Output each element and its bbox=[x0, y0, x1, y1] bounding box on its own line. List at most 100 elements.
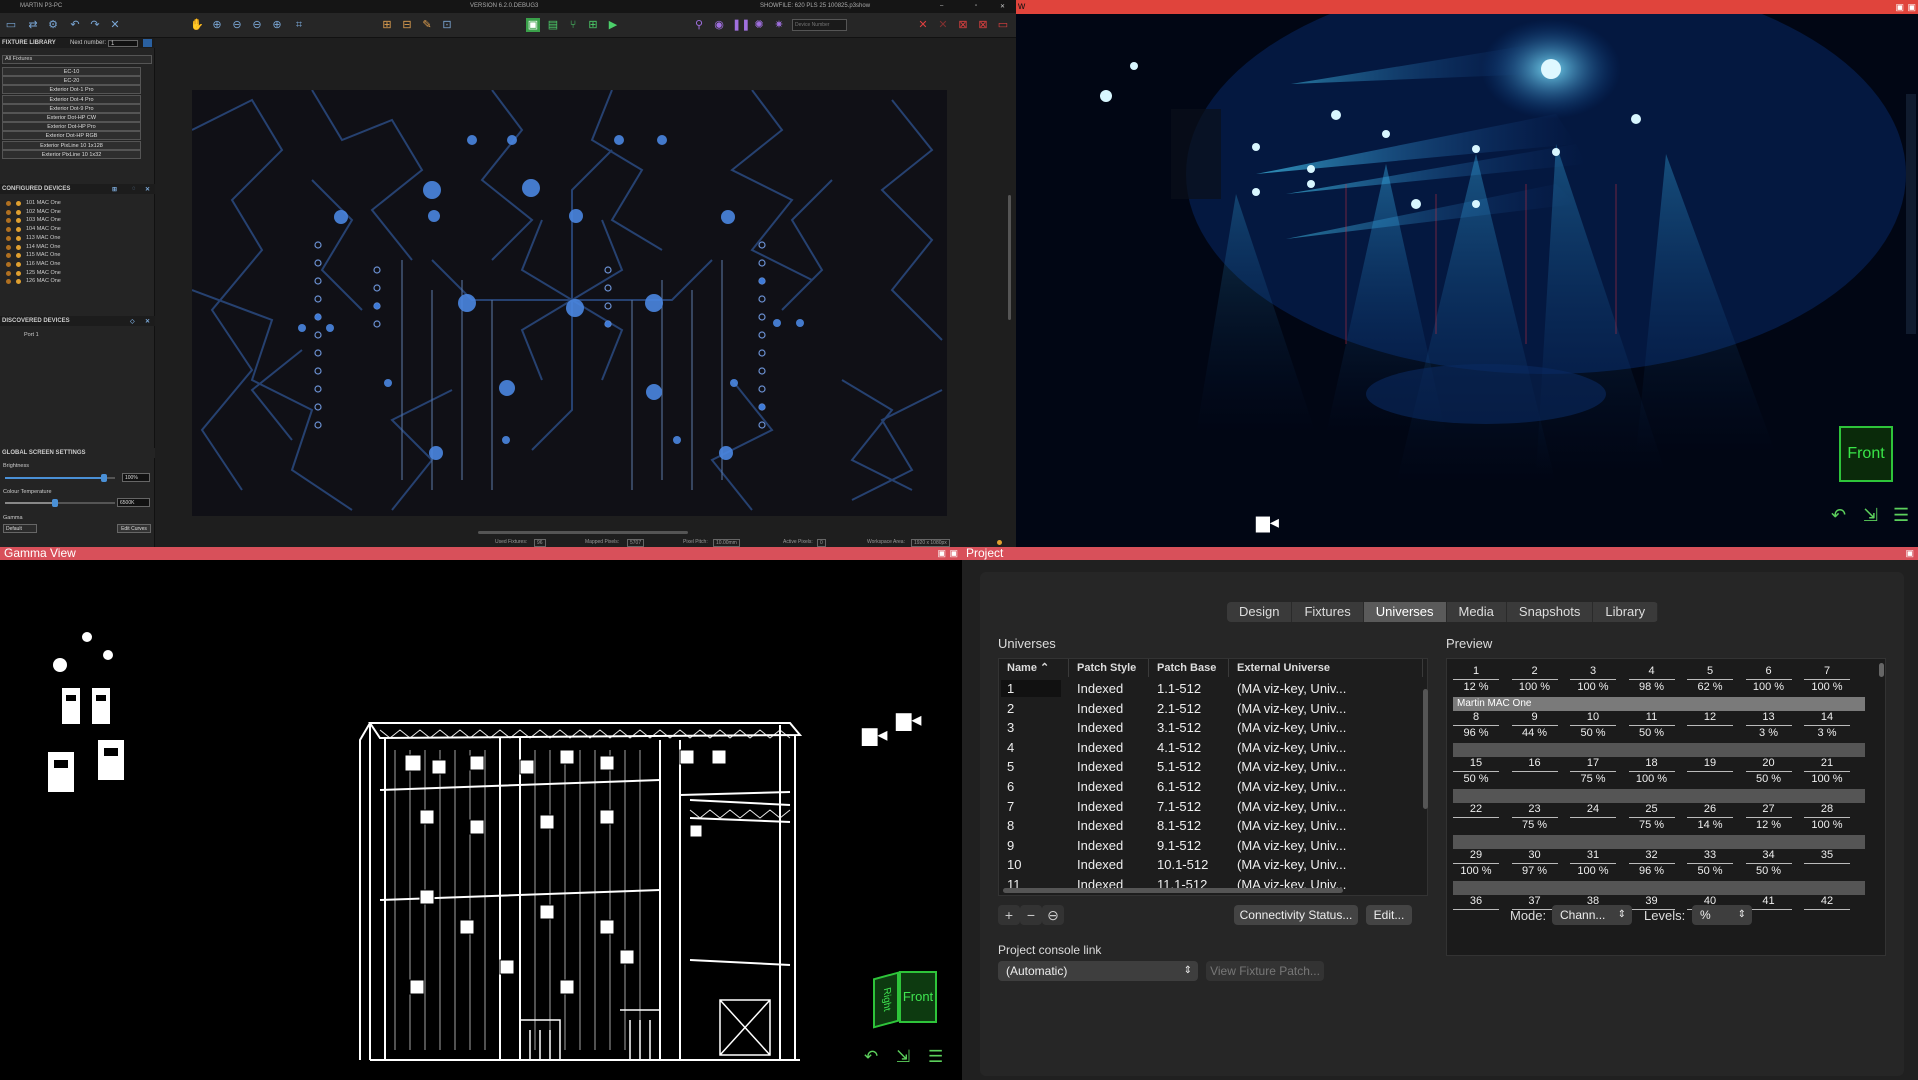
redo-icon[interactable]: ↷ bbox=[88, 18, 102, 32]
zoom-fit-icon[interactable]: ⊖ bbox=[250, 18, 264, 32]
minimize-icon[interactable]: – bbox=[940, 3, 943, 9]
discover-icon[interactable]: ◇ bbox=[130, 318, 135, 325]
stage-render[interactable] bbox=[1016, 14, 1918, 547]
canvas-vertical-scrollbar[interactable] bbox=[1008, 195, 1011, 320]
next-number-field[interactable]: 1 bbox=[108, 40, 138, 47]
table-row[interactable]: 8 Indexed 8.1-512 (MA viz-key, Univ... bbox=[999, 816, 1423, 835]
snapshot-icon[interactable]: ▤ bbox=[546, 18, 560, 32]
mode-select[interactable]: Chann... bbox=[1552, 905, 1632, 925]
grid-icon[interactable]: ⊡ bbox=[440, 18, 454, 32]
distribute-icon[interactable]: ⊟ bbox=[400, 18, 414, 32]
column-header[interactable]: External Universe bbox=[1229, 659, 1423, 677]
table-row[interactable]: 6 Indexed 6.1-512 (MA viz-key, Univ... bbox=[999, 777, 1423, 796]
close-gamma-icon[interactable]: ▣ bbox=[949, 547, 958, 560]
table-row[interactable]: 1 Indexed 1.1-512 (MA viz-key, Univ... bbox=[999, 679, 1423, 698]
close-window-icon[interactable]: ✕ bbox=[1000, 3, 1005, 10]
tree-icon[interactable]: ⑂ bbox=[566, 18, 580, 32]
clear-icon[interactable]: ✕ bbox=[916, 18, 930, 32]
camera-2-icon[interactable]: ▆◂ bbox=[896, 707, 921, 732]
undo-icon[interactable]: ↶ bbox=[68, 18, 82, 32]
view-fixture-patch-button[interactable]: View Fixture Patch... bbox=[1206, 961, 1324, 981]
fixture-library-item[interactable]: Exterior Dot-HP Pro bbox=[2, 122, 141, 132]
tools-icon[interactable]: ✕ bbox=[108, 18, 122, 32]
table-row[interactable]: 9 Indexed 9.1-512 (MA viz-key, Univ... bbox=[999, 836, 1423, 855]
brightness-handle[interactable] bbox=[101, 474, 107, 482]
table-row[interactable]: 10 Indexed 10.1-512 (MA viz-key, Univ... bbox=[999, 855, 1423, 874]
gamma-view-cube[interactable]: Right Front bbox=[873, 967, 937, 1029]
cube-front-face[interactable]: Front bbox=[899, 971, 937, 1023]
pan-hand-icon[interactable]: ✋ bbox=[190, 18, 204, 32]
add-universe-button[interactable]: + bbox=[998, 905, 1020, 925]
fixture-library-item[interactable]: Exterior Dot-HP RGB bbox=[2, 131, 141, 141]
rotate-view-icon[interactable]: ↶ bbox=[1831, 505, 1846, 526]
monitor-icon[interactable]: ▭ bbox=[996, 18, 1010, 32]
pixel-map-canvas[interactable] bbox=[191, 89, 947, 516]
discovered-device-item[interactable]: Port 1 bbox=[2, 330, 141, 340]
tab-universes[interactable]: Universes bbox=[1363, 602, 1447, 622]
brightness-value[interactable]: 100% bbox=[122, 473, 150, 482]
fixture-filter-select[interactable]: All Fixtures bbox=[2, 55, 152, 64]
fixture-library-item[interactable]: Exterior Dot-9 Pro bbox=[2, 103, 141, 113]
close-project-icon[interactable]: ▣ bbox=[1905, 547, 1914, 560]
table-horizontal-scrollbar[interactable] bbox=[1003, 888, 1343, 893]
open-folder-icon[interactable]: ▭ bbox=[4, 18, 18, 32]
fixture-library-item[interactable]: Exterior PixLine 10 1x32 bbox=[2, 149, 141, 159]
sync-icon[interactable]: ⇄ bbox=[26, 18, 40, 32]
tab-snapshots[interactable]: Snapshots bbox=[1507, 602, 1594, 622]
clear-devices-icon[interactable]: ✕ bbox=[145, 186, 150, 193]
more-options-button[interactable]: ⊖ bbox=[1042, 905, 1064, 925]
layers-icon[interactable]: ⇲ bbox=[1863, 505, 1878, 526]
close-panel-icon[interactable]: ▣ bbox=[1907, 0, 1916, 14]
fixture-bar[interactable] bbox=[1453, 835, 1865, 849]
fixture-bar[interactable]: Martin MAC One bbox=[1453, 697, 1865, 711]
live-output-icon[interactable]: ▣ bbox=[526, 18, 540, 32]
fixture-library-item[interactable]: EC-20 bbox=[2, 76, 141, 86]
column-header[interactable]: Patch Style bbox=[1069, 659, 1149, 677]
tab-fixtures[interactable]: Fixtures bbox=[1292, 602, 1364, 622]
wand-icon[interactable]: ✎ bbox=[420, 18, 434, 32]
link-icon[interactable]: ⚲ bbox=[692, 18, 706, 32]
colour-temp-slider[interactable] bbox=[5, 499, 115, 507]
colour-temp-handle[interactable] bbox=[51, 499, 58, 507]
truss-wireframe[interactable] bbox=[0, 560, 962, 1080]
configured-device-item[interactable]: 126 MAC One bbox=[2, 276, 141, 286]
tab-library[interactable]: Library bbox=[1593, 602, 1659, 622]
column-header[interactable]: Patch Base bbox=[1149, 659, 1229, 677]
cube-right-face[interactable]: Right bbox=[873, 971, 899, 1029]
table-vertical-scrollbar[interactable] bbox=[1423, 689, 1428, 809]
tab-media[interactable]: Media bbox=[1447, 602, 1507, 622]
gamma-rotate-icon[interactable]: ↶ bbox=[864, 1047, 878, 1067]
fixture-library-item[interactable]: Exterior PixLine 10 1x128 bbox=[2, 140, 141, 150]
fixture-library-item[interactable]: EC-10 bbox=[2, 67, 141, 76]
preview-scrollbar[interactable] bbox=[1879, 663, 1884, 677]
front-view-cube[interactable]: Front bbox=[1839, 426, 1893, 482]
zoom-in-icon[interactable]: ⊕ bbox=[210, 18, 224, 32]
brightness-slider[interactable] bbox=[5, 474, 115, 482]
fixture-bar[interactable] bbox=[1453, 743, 1865, 757]
zoom-selection-icon[interactable]: ⊕ bbox=[270, 18, 284, 32]
gamma-menu-icon[interactable]: ☰ bbox=[928, 1047, 943, 1067]
grid-view-icon[interactable]: ⊞ bbox=[112, 186, 117, 193]
stop-icon[interactable]: ⊠ bbox=[976, 18, 990, 32]
gamma-select[interactable]: Default bbox=[3, 524, 37, 533]
network-icon[interactable]: ⊞ bbox=[586, 18, 600, 32]
fixture-bar[interactable] bbox=[1453, 881, 1865, 895]
levels-select[interactable]: % bbox=[1692, 905, 1752, 925]
column-header[interactable]: Name ⌃ bbox=[999, 659, 1069, 677]
play-icon[interactable]: ▶ bbox=[606, 18, 620, 32]
connectivity-status-button[interactable]: Connectivity Status... bbox=[1234, 905, 1358, 925]
edit-universe-button[interactable]: Edit... bbox=[1366, 905, 1412, 925]
pause-icon[interactable]: ❚❚ bbox=[732, 18, 750, 32]
identify-icon[interactable]: ✺ bbox=[752, 18, 766, 32]
undock-gamma-icon[interactable]: ▣ bbox=[937, 547, 946, 560]
table-row[interactable]: 4 Indexed 4.1-512 (MA viz-key, Univ... bbox=[999, 738, 1423, 757]
blackout-icon[interactable]: ⊠ bbox=[956, 18, 970, 32]
maximize-icon[interactable]: ▫ bbox=[975, 3, 977, 9]
edit-curves-button[interactable]: Edit Curves bbox=[117, 524, 151, 533]
table-row[interactable]: 5 Indexed 5.1-512 (MA viz-key, Univ... bbox=[999, 757, 1423, 776]
record-icon[interactable]: ◉ bbox=[712, 18, 726, 32]
zoom-out-icon[interactable]: ⊖ bbox=[230, 18, 244, 32]
camera-1-icon[interactable]: ▆◂ bbox=[862, 722, 887, 747]
table-row[interactable]: 3 Indexed 3.1-512 (MA viz-key, Univ... bbox=[999, 718, 1423, 737]
menu-icon[interactable]: ☰ bbox=[1893, 505, 1909, 526]
